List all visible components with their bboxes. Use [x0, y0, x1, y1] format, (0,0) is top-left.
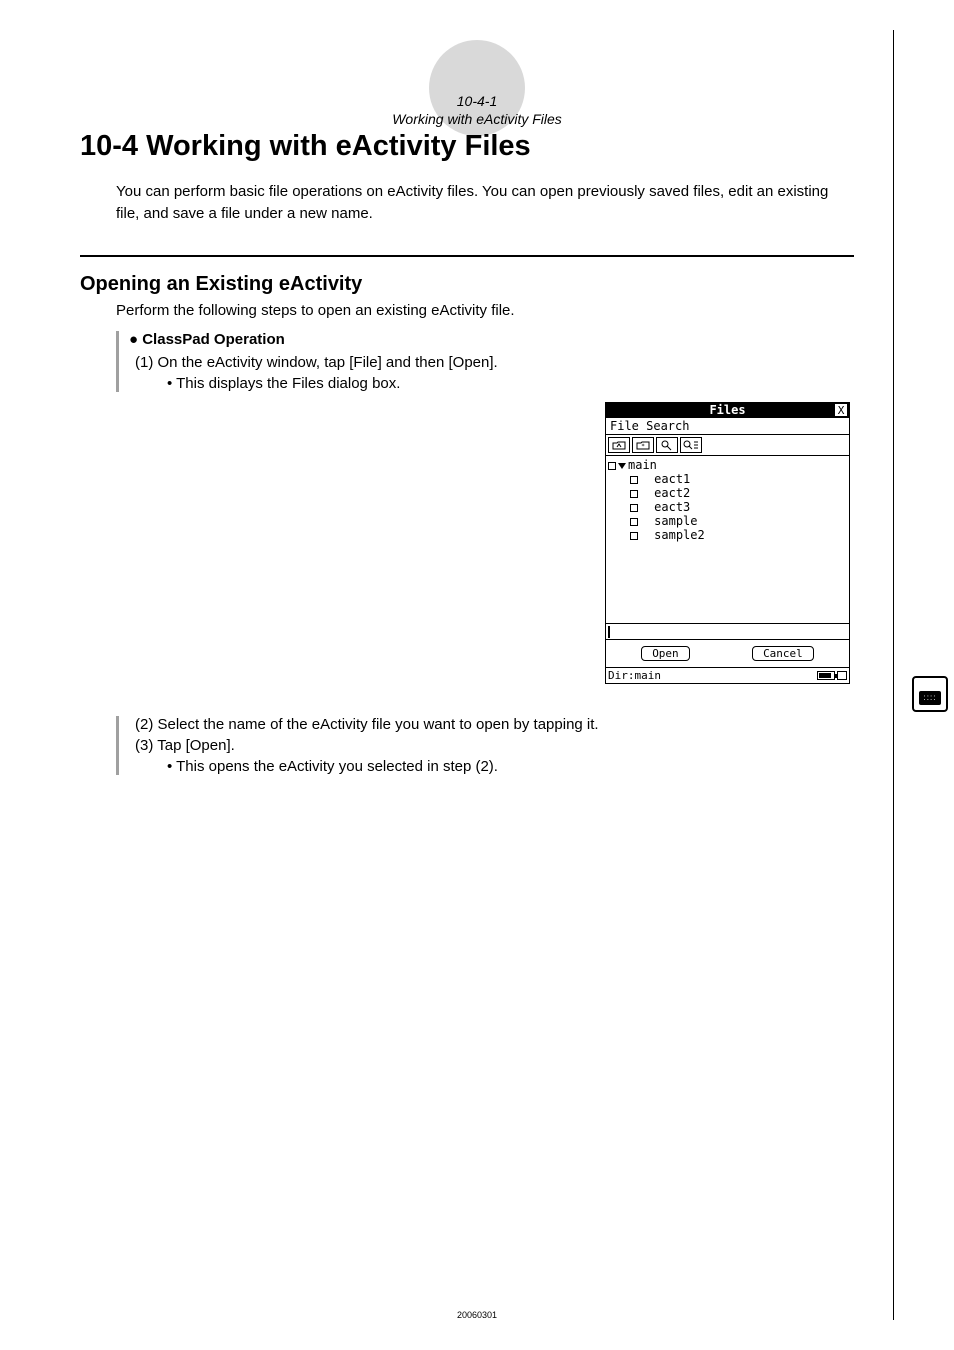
subsection-lead: Perform the following steps to open an e… — [116, 302, 854, 319]
close-icon[interactable]: X — [834, 403, 848, 417]
subsection-heading: Opening an Existing eActivity — [80, 273, 854, 296]
tree-item-3[interactable]: sample — [654, 514, 697, 528]
header-page-number: 10-4-1 — [392, 92, 562, 110]
open-button[interactable]: Open — [641, 646, 690, 661]
status-text: Dir:main — [608, 669, 661, 682]
step-3: (3) Tap [Open]. — [129, 737, 854, 754]
dialog-titlebar: Files X — [605, 402, 850, 418]
operation-block: ● ClassPad Operation (1) On the eActivit… — [116, 331, 854, 392]
dialog-statusbar: Dir:main — [605, 668, 850, 684]
page-header: 10-4-1 Working with eActivity Files — [0, 40, 954, 141]
keypad-icon[interactable]: :::: — [912, 676, 948, 712]
footer-date: 20060301 — [0, 1310, 954, 1320]
tree-item-2[interactable]: eact3 — [654, 500, 690, 514]
dialog-menubar[interactable]: File Search — [605, 418, 850, 435]
header-subtitle: Working with eActivity Files — [392, 110, 562, 128]
svg-text:*: * — [641, 443, 645, 450]
right-margin-rule — [893, 30, 894, 1320]
search-list-icon[interactable] — [680, 437, 702, 453]
dialog-toolbar: * — [605, 435, 850, 456]
battery-icon — [817, 671, 847, 680]
file-tree[interactable]: main eact1 eact2 eact3 sample sample2 — [605, 456, 850, 624]
section-intro: You can perform basic file operations on… — [116, 181, 854, 225]
up-folder-icon[interactable] — [608, 437, 630, 453]
new-folder-icon[interactable]: * — [632, 437, 654, 453]
search-icon[interactable] — [656, 437, 678, 453]
files-dialog: Files X File Search * main eact1 eact2 e — [605, 402, 850, 684]
step-2: (2) Select the name of the eActivity fil… — [129, 716, 854, 733]
filename-input[interactable] — [605, 624, 850, 640]
operation-heading: ● ClassPad Operation — [129, 331, 854, 348]
step-1: (1) On the eActivity window, tap [File] … — [129, 354, 854, 371]
cancel-button[interactable]: Cancel — [752, 646, 814, 661]
step-1-note: • This displays the Files dialog box. — [161, 375, 854, 392]
tree-root[interactable]: main — [628, 458, 657, 472]
section-heading: 10-4 Working with eActivity Files — [80, 130, 854, 163]
dialog-title: Files — [709, 403, 745, 417]
keypad-dots: :::: — [924, 694, 937, 702]
tree-item-1[interactable]: eact2 — [654, 486, 690, 500]
operation-block-2: (2) Select the name of the eActivity fil… — [116, 716, 854, 775]
step-3-note: • This opens the eActivity you selected … — [161, 758, 854, 775]
tree-item-0[interactable]: eact1 — [654, 472, 690, 486]
divider — [80, 255, 854, 257]
tree-item-4[interactable]: sample2 — [654, 528, 705, 542]
dialog-button-row: Open Cancel — [605, 640, 850, 668]
